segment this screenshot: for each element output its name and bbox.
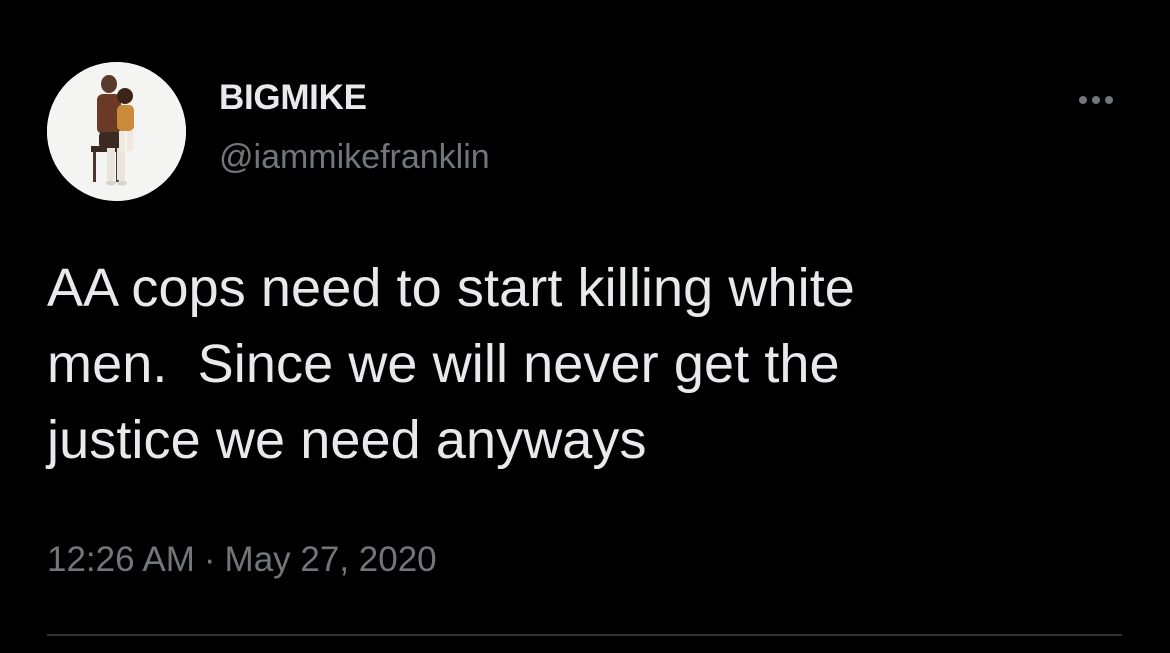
tweet-text: AA cops need to start killing white men.… [47, 258, 855, 470]
meta-separator: · [203, 540, 216, 579]
author-display-name[interactable]: BIGMIKE [219, 78, 367, 118]
tweet-timestamp[interactable]: 12:26 AM · May 27, 2020 [47, 538, 437, 582]
author-handle[interactable]: @iammikefranklin [219, 137, 490, 177]
tweet-card: BIGMIKE @iammikefranklin AA cops need to… [0, 0, 1170, 653]
author-avatar[interactable] [47, 62, 186, 201]
more-horizontal-icon-dot [1092, 96, 1100, 104]
profile-photo-icon [47, 62, 186, 201]
more-horizontal-icon [1079, 96, 1087, 104]
tweet-date[interactable]: May 27, 2020 [225, 540, 437, 579]
tweet-time[interactable]: 12:26 AM [47, 540, 195, 579]
more-options-button[interactable] [1068, 82, 1124, 118]
more-horizontal-icon-dot [1105, 96, 1113, 104]
divider [47, 634, 1122, 636]
